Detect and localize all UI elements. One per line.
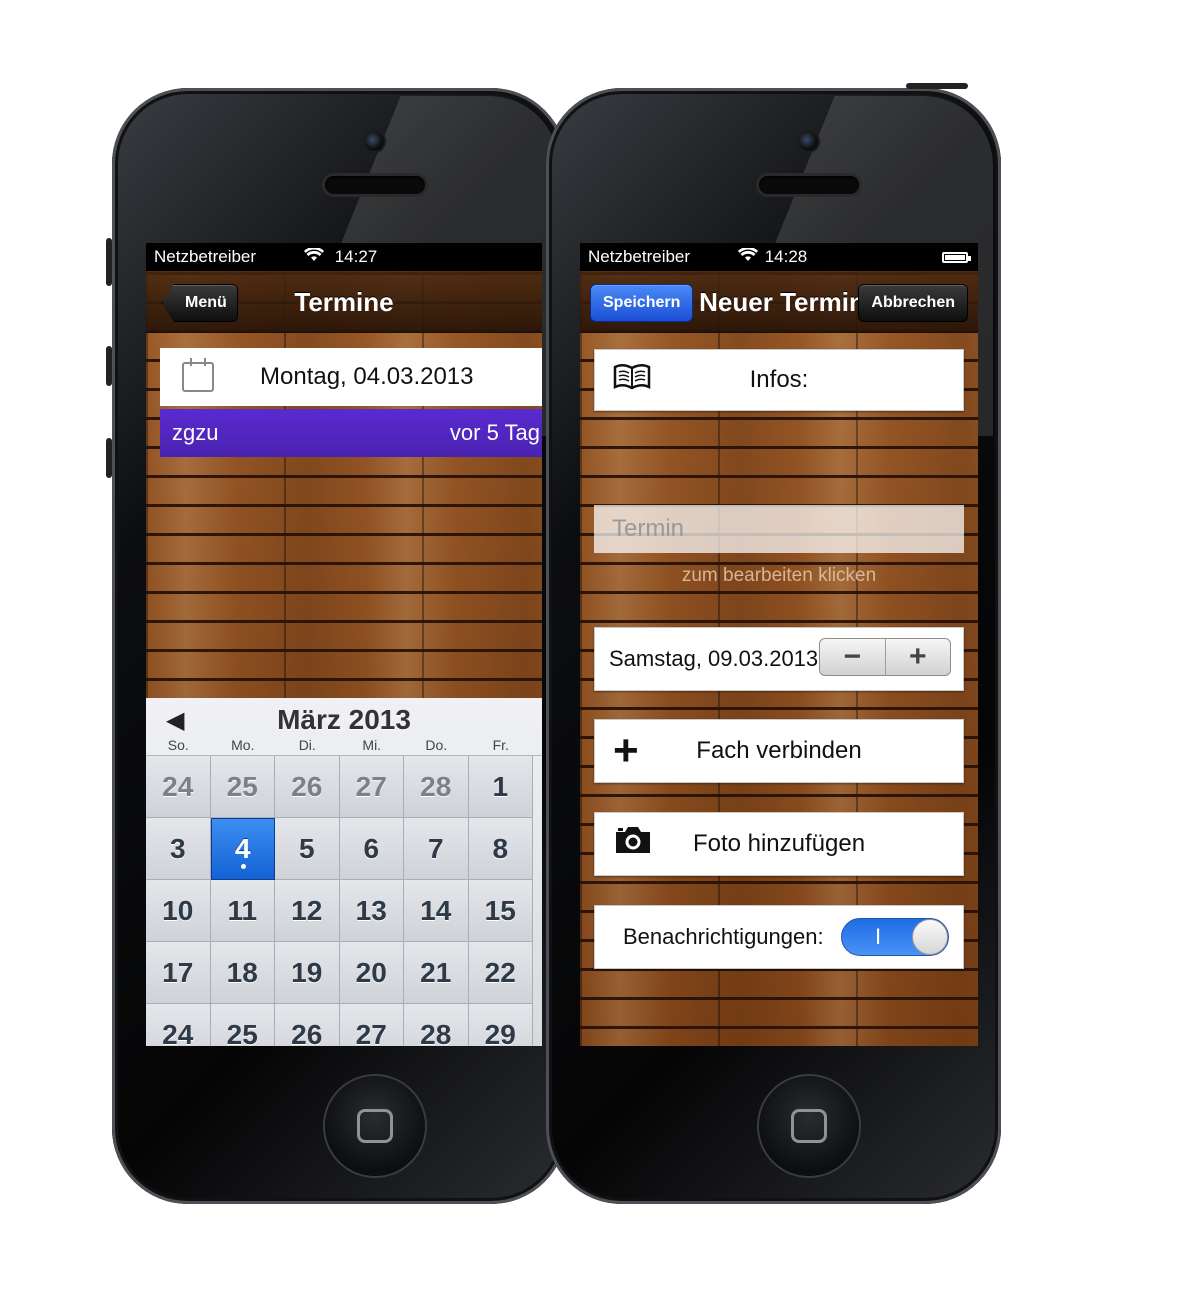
calendar-day-grid: 24 25 26 27 28 1 3 4 5 6 7 8 10 11 12 13… xyxy=(146,756,542,1046)
calendar-day[interactable]: 6 xyxy=(339,818,404,880)
weekday-label: Mo. xyxy=(231,737,255,753)
date-decrement-button[interactable]: − xyxy=(820,639,885,675)
calendar-day[interactable]: 24 xyxy=(146,1004,211,1046)
calendar-day[interactable]: 20 xyxy=(339,942,404,1004)
calendar-day[interactable]: 14 xyxy=(404,880,469,942)
calendar-month-title: März 2013 xyxy=(277,704,411,735)
termin-input[interactable]: Termin xyxy=(594,505,964,553)
calendar-day[interactable]: 7 xyxy=(404,818,469,880)
calendar-day[interactable]: 29 xyxy=(468,1004,533,1046)
phone-right: Netzbetreiber 14:28 Neuer Termin Speiche… xyxy=(546,83,1001,1204)
wifi-icon xyxy=(304,246,328,266)
event-title: zgzu xyxy=(172,420,219,445)
weekday-label: Fr. xyxy=(492,737,509,753)
weekday-header-row: So. Mo. Di. Mi. Do. Fr. xyxy=(146,737,542,753)
earpiece-speaker xyxy=(759,176,859,194)
calendar-day[interactable]: 15 xyxy=(468,880,533,942)
event-list-item[interactable]: zgzu vor 5 Tag xyxy=(160,409,542,457)
calendar-day[interactable]: 25 xyxy=(210,756,275,818)
calendar-day[interactable]: 26 xyxy=(275,756,340,818)
notifications-label: Benachrichtigungen: xyxy=(623,924,824,949)
status-bar: Netzbetreiber 14:28 xyxy=(580,243,978,271)
calendar-day[interactable]: 25 xyxy=(210,1004,275,1046)
fach-verbinden-label: Fach verbinden xyxy=(696,737,862,764)
navigation-bar: Neuer Termin Speichern Abbrechen xyxy=(580,271,978,333)
calendar-day[interactable]: 11 xyxy=(210,880,275,942)
phone-left: Netzbetreiber 14:27 Termine Menü Montag,… xyxy=(106,88,567,1204)
calendar-day[interactable]: 27 xyxy=(339,756,404,818)
date-increment-button[interactable]: + xyxy=(884,639,951,675)
calendar-day[interactable]: 27 xyxy=(339,1004,404,1046)
calendar-day[interactable]: 10 xyxy=(146,880,211,942)
status-time: 14:27 xyxy=(334,247,378,266)
weekday-label: So. xyxy=(167,737,189,753)
home-button[interactable] xyxy=(759,1076,859,1176)
date-value: Samstag, 09.03.2013 xyxy=(609,646,819,671)
calendar-day[interactable]: 26 xyxy=(275,1004,340,1046)
calendar-day[interactable]: 12 xyxy=(275,880,340,942)
volume-down-button xyxy=(106,438,112,478)
mute-switch xyxy=(106,238,112,286)
calendar-day[interactable]: 28 xyxy=(404,1004,469,1046)
screen-termine: Netzbetreiber 14:27 Termine Menü Montag,… xyxy=(146,243,542,1046)
status-bar: Netzbetreiber 14:27 xyxy=(146,243,542,271)
selected-date-bar[interactable]: Montag, 04.03.2013 xyxy=(160,348,542,406)
weekday-label: Do. xyxy=(425,737,448,753)
calendar-icon xyxy=(182,358,214,392)
foto-hinzufuegen-button[interactable]: Foto hinzufügen xyxy=(594,812,964,876)
home-button[interactable] xyxy=(325,1076,425,1176)
calendar-day[interactable]: 1 xyxy=(468,756,533,818)
calendar-day[interactable]: 22 xyxy=(468,942,533,1004)
wifi-icon xyxy=(738,246,762,266)
foto-hinzufuegen-label: Foto hinzufügen xyxy=(692,830,866,857)
calendar-day[interactable]: 17 xyxy=(146,942,211,1004)
battery-icon xyxy=(942,252,971,263)
toggle-on-label: I xyxy=(874,924,882,949)
sleep-button xyxy=(906,83,968,89)
date-card: Samstag, 09.03.2013 − + xyxy=(594,627,964,691)
date-stepper: − + xyxy=(819,638,951,676)
carrier-label: Netzbetreiber xyxy=(154,247,257,266)
infos-label: Infos: xyxy=(749,366,809,393)
notifications-card: Benachrichtigungen: I xyxy=(594,905,964,969)
weekday-label: Di. xyxy=(298,737,316,753)
calendar-day[interactable]: 28 xyxy=(404,756,469,818)
calendar-day[interactable]: 18 xyxy=(210,942,275,1004)
front-camera xyxy=(365,132,384,151)
edit-hint: zum bearbeiten klicken xyxy=(681,565,877,586)
earpiece-speaker xyxy=(325,176,425,194)
calendar-day[interactable]: 19 xyxy=(275,942,340,1004)
notifications-toggle[interactable]: I xyxy=(841,918,949,956)
calendar-day[interactable]: 24 xyxy=(146,756,211,818)
event-relative-time: vor 5 Tag xyxy=(449,420,540,445)
status-time: 14:28 xyxy=(764,247,808,266)
volume-up-button xyxy=(106,346,112,386)
screen-neuer-termin: Netzbetreiber 14:28 Neuer Termin Speiche… xyxy=(580,243,978,1046)
calendar-day[interactable]: 5 xyxy=(275,818,340,880)
menu-back-button[interactable]: Menü xyxy=(162,284,238,322)
weekday-label: Mi. xyxy=(362,737,382,753)
infos-card[interactable]: Infos: xyxy=(594,349,964,411)
cancel-button[interactable]: Abbrechen xyxy=(858,284,968,322)
calendar-day[interactable]: 3 xyxy=(146,818,211,880)
navigation-bar: Termine Menü xyxy=(146,271,542,333)
carrier-label: Netzbetreiber xyxy=(588,247,691,266)
calendar-day[interactable]: 13 xyxy=(339,880,404,942)
toggle-knob xyxy=(912,919,948,955)
calendar-header: ◀ März 2013 So. Mo. Di. Mi. Do. Fr. xyxy=(146,698,542,756)
save-button[interactable]: Speichern xyxy=(590,284,694,322)
selected-date-label: Montag, 04.03.2013 xyxy=(260,363,474,390)
month-calendar: ◀ März 2013 So. Mo. Di. Mi. Do. Fr. 24 2… xyxy=(146,698,542,1046)
calendar-day[interactable]: 21 xyxy=(404,942,469,1004)
front-camera xyxy=(799,132,818,151)
calendar-day-selected[interactable]: 4 xyxy=(210,818,275,880)
fach-verbinden-button[interactable]: + Fach verbinden xyxy=(594,719,964,783)
calendar-day[interactable]: 8 xyxy=(468,818,533,880)
